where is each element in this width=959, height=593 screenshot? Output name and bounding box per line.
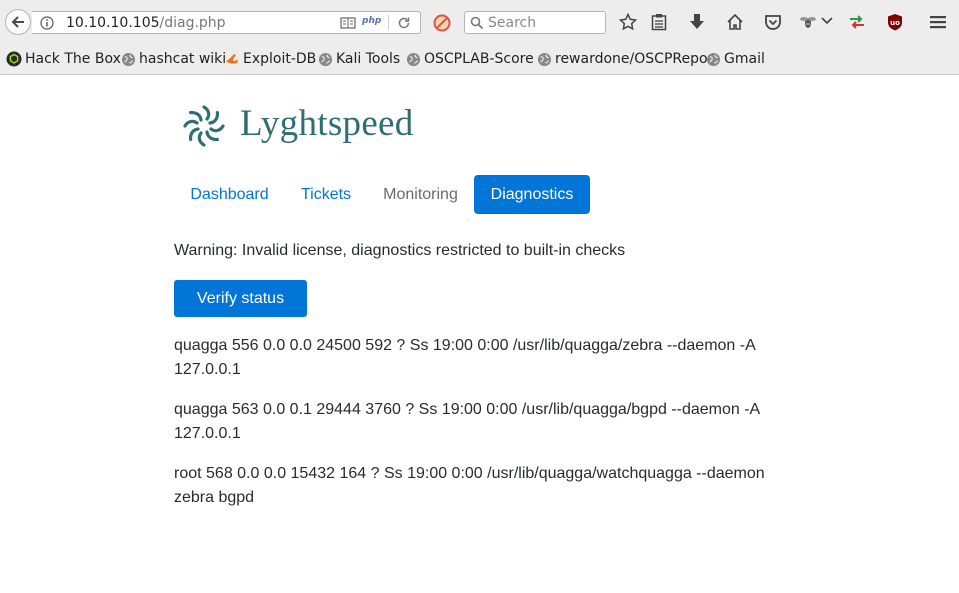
bookmark-label: Hack The Box (25, 51, 121, 67)
process-line: quagga 563 0.0 0.1 29444 3760 ? Ss 19:00… (174, 401, 760, 442)
globe-icon (406, 52, 421, 66)
url-host: 10.10.10.105 (66, 15, 160, 31)
url-bar[interactable]: 10.10.10.105/diag.php php (32, 11, 421, 34)
brand-name[interactable]: Lyghtspeed (240, 102, 414, 145)
globe-icon (706, 52, 721, 66)
search-placeholder: Search (488, 15, 537, 31)
browser-toolbar: 10.10.10.105/diag.php php Search uo (0, 0, 959, 45)
clipboard-icon[interactable] (651, 13, 667, 31)
bookmark-label: OSCPLAB-Score (424, 51, 534, 67)
bookmark-hashcat-wiki[interactable]: hashcat wiki (121, 50, 226, 68)
bookmark-label: rewardone/OSCPRepo (555, 51, 708, 67)
nav-tickets[interactable]: Tickets (285, 175, 367, 214)
bookmark-label: Exploit-DB (243, 51, 317, 67)
bookmark-oscplab-score[interactable]: OSCPLAB-Score (406, 50, 534, 68)
home-icon[interactable] (726, 13, 744, 31)
info-icon[interactable] (40, 16, 54, 30)
brand-logo-icon (183, 105, 225, 147)
bookmark-oscprepo[interactable]: rewardone/OSCPRepo (537, 50, 708, 68)
reader-view-icon[interactable] (340, 17, 356, 29)
reload-icon[interactable] (397, 16, 411, 30)
bookmark-exploit-db[interactable]: Exploit-DB (224, 50, 316, 68)
bookmark-hack-the-box[interactable]: Hack The Box (6, 50, 121, 68)
globe-icon (537, 52, 552, 66)
noscript-icon[interactable] (433, 14, 451, 32)
process-line: quagga 556 0.0 0.0 24500 592 ? Ss 19:00 … (174, 337, 755, 378)
url-text[interactable]: 10.10.10.105/diag.php (66, 15, 226, 31)
pocket-icon[interactable] (764, 13, 782, 31)
url-path: /diag.php (159, 15, 226, 31)
url-separator (388, 15, 389, 30)
exploitdb-icon (226, 54, 238, 64)
bookmark-kali-tools[interactable]: Kali Tools (318, 50, 400, 68)
hamburger-menu-icon[interactable] (929, 13, 947, 31)
bookmark-label: Kali Tools (336, 51, 401, 67)
license-warning: Warning: Invalid license, diagnostics re… (174, 242, 626, 259)
search-bar[interactable]: Search (464, 11, 606, 34)
bookmark-label: Gmail (724, 51, 765, 67)
nav-monitoring: Monitoring (383, 185, 458, 203)
back-button[interactable] (5, 9, 31, 35)
chevron-down-icon[interactable] (821, 17, 833, 25)
download-icon[interactable] (689, 13, 705, 31)
back-arrow-icon (11, 16, 24, 28)
htb-icon (6, 51, 22, 67)
star-icon[interactable] (619, 13, 637, 31)
bookmarks-toolbar: Hack The Box hashcat wiki Exploit-DB Kal… (0, 45, 959, 75)
process-line: root 568 0.0 0.0 15432 164 ? Ss 19:00 0:… (174, 465, 765, 506)
php-badge[interactable]: php (362, 16, 381, 26)
globe-icon (121, 52, 136, 66)
nav-dashboard[interactable]: Dashboard (174, 175, 285, 214)
ublock-icon[interactable]: uo (886, 13, 904, 31)
globe-icon (318, 52, 333, 66)
wasp-icon[interactable] (799, 13, 817, 31)
bookmark-label: hashcat wiki (139, 51, 227, 67)
search-icon (470, 16, 484, 30)
svg-text:uo: uo (890, 19, 900, 27)
verify-status-button[interactable]: Verify status (174, 280, 307, 317)
foxyproxy-icon[interactable] (848, 13, 866, 31)
nav-diagnostics[interactable]: Diagnostics (474, 175, 590, 214)
bookmark-gmail[interactable]: Gmail (706, 50, 765, 68)
